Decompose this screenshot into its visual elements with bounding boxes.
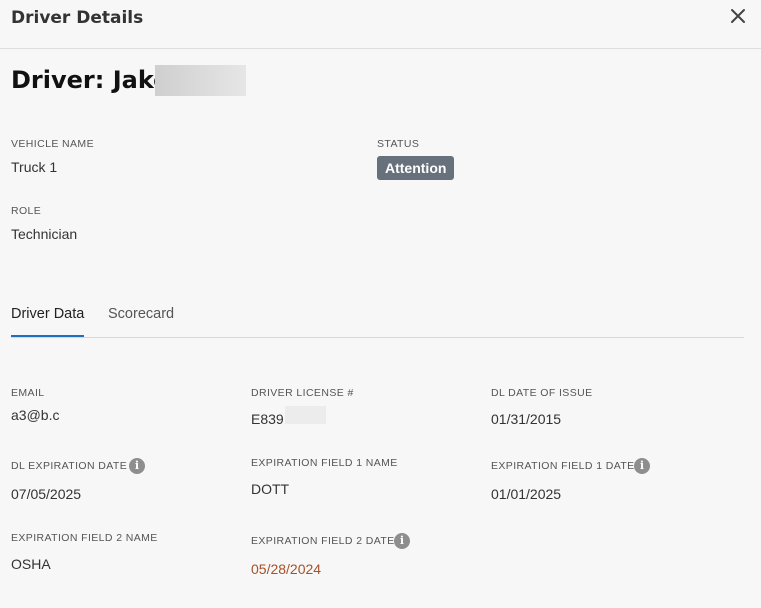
tab-bar: Driver Data Scorecard: [11, 300, 744, 338]
status-label: STATUS: [377, 138, 420, 150]
dl-issue-date-label: DL DATE OF ISSUE: [491, 387, 593, 399]
redacted-license-digits: [285, 406, 326, 424]
status-badge: Attention: [377, 156, 455, 180]
expiration-field-2-name-label: EXPIRATION FIELD 2 NAME: [11, 532, 158, 544]
vehicle-name-label: VEHICLE NAME: [11, 138, 94, 150]
expiration-field-1-date-label: EXPIRATION FIELD 1 DATE: [491, 460, 635, 472]
tab-driver-data[interactable]: Driver Data: [11, 306, 84, 322]
expiration-field-1-date-value: 01/01/2025: [491, 486, 562, 502]
vehicle-name-value: Truck 1: [11, 159, 58, 175]
dl-expiration-value: 07/05/2025: [11, 486, 82, 502]
dialog-header: Driver Details: [0, 0, 761, 49]
expiration-field-2-date-label: EXPIRATION FIELD 2 DATE: [251, 535, 395, 547]
active-tab-indicator: [11, 335, 84, 337]
driver-title: Driver: Jake: [11, 66, 170, 94]
redacted-last-name: [155, 65, 246, 96]
close-icon[interactable]: [728, 6, 748, 26]
driver-license-value: E839: [251, 411, 284, 427]
expiration-field-2-name-value: OSHA: [11, 556, 51, 572]
dialog-title: Driver Details: [11, 8, 144, 28]
dl-issue-date-value: 01/31/2015: [491, 411, 562, 427]
info-icon[interactable]: i: [394, 533, 410, 549]
info-icon[interactable]: i: [634, 458, 650, 474]
driver-license-label: DRIVER LICENSE #: [251, 387, 354, 399]
role-label: ROLE: [11, 205, 42, 217]
role-value: Technician: [11, 226, 78, 242]
email-value: a3@b.c: [11, 407, 60, 423]
dl-expiration-label: DL EXPIRATION DATE: [11, 460, 128, 472]
expiration-field-1-name-label: EXPIRATION FIELD 1 NAME: [251, 457, 398, 469]
info-icon[interactable]: i: [129, 458, 145, 474]
expiration-field-1-name-value: DOTT: [251, 481, 290, 497]
tab-scorecard[interactable]: Scorecard: [108, 306, 174, 322]
expiration-field-2-date-value: 05/28/2024: [251, 561, 322, 577]
email-label: EMAIL: [11, 387, 45, 399]
